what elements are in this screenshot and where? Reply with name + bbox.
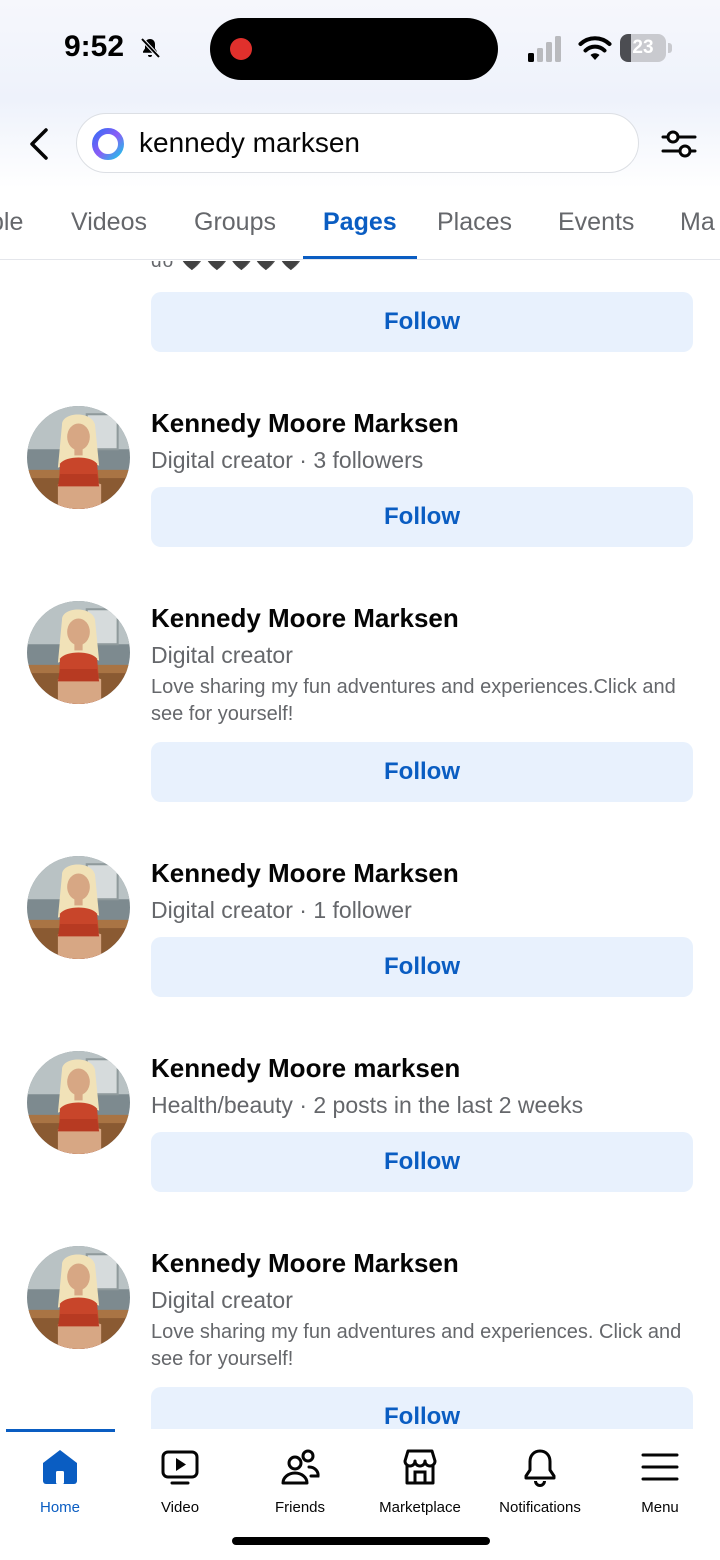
tab-pages[interactable]: Pages <box>323 208 397 237</box>
battery-percent: 23 <box>632 37 654 58</box>
search-header <box>0 100 720 188</box>
tab-groups[interactable]: Groups <box>194 208 276 237</box>
result-meta: Digital creator · 3 followers <box>151 447 424 473</box>
battery-indicator: 23 <box>620 34 672 62</box>
status-bar: 9:52 23 <box>0 0 720 100</box>
result-description: Love sharing my fun adventures and exper… <box>151 1321 682 1370</box>
bottom-navigation: Home Video Friends Marketplace Notificat… <box>0 1429 720 1560</box>
nav-menu[interactable]: Menu <box>600 1443 720 1533</box>
recording-indicator <box>230 38 252 60</box>
nav-home[interactable]: Home <box>0 1443 120 1533</box>
avatar[interactable] <box>27 601 130 704</box>
tab-people[interactable]: ple <box>0 208 23 237</box>
follow-button[interactable]: Follow <box>151 292 693 352</box>
menu-icon <box>641 1453 679 1481</box>
video-icon <box>161 1450 199 1485</box>
avatar[interactable] <box>27 1246 130 1349</box>
result-description: Love sharing my fun adventures and exper… <box>151 676 676 725</box>
marketplace-icon <box>403 1449 437 1485</box>
result-name[interactable]: Kennedy Moore Marksen <box>151 1248 459 1279</box>
nav-video[interactable]: Video <box>120 1443 240 1533</box>
nav-label: Menu <box>641 1499 679 1516</box>
status-time: 9:52 <box>64 30 125 63</box>
search-input[interactable] <box>139 114 619 172</box>
partial-result-snippet: do 🖤🖤🖤🖤🖤 <box>151 261 304 272</box>
avatar[interactable] <box>27 406 130 509</box>
result-meta: Digital creator <box>151 642 293 668</box>
active-tab-indicator <box>303 256 417 259</box>
nav-marketplace[interactable]: Marketplace <box>360 1443 480 1533</box>
avatar[interactable] <box>27 856 130 959</box>
follow-button[interactable]: Follow <box>151 487 693 547</box>
tab-videos[interactable]: Videos <box>71 208 147 237</box>
tab-places[interactable]: Places <box>437 208 512 237</box>
active-nav-indicator <box>6 1429 115 1432</box>
follow-button[interactable]: Follow <box>151 1387 693 1429</box>
bell-off-icon <box>140 37 161 59</box>
tab-events[interactable]: Events <box>558 208 634 237</box>
filter-sliders-icon[interactable] <box>660 126 698 162</box>
tab-marketplace[interactable]: Ma <box>680 208 715 237</box>
nav-label: Marketplace <box>379 1499 461 1516</box>
follow-button[interactable]: Follow <box>151 742 693 802</box>
wifi-icon <box>578 36 612 60</box>
friends-icon <box>281 1449 320 1485</box>
nav-friends[interactable]: Friends <box>240 1443 360 1533</box>
home-icon <box>43 1450 77 1484</box>
bell-icon <box>524 1449 556 1487</box>
search-results-list: do 🖤🖤🖤🖤🖤 Follow Kennedy Moore Marksen Di… <box>0 261 720 1429</box>
result-meta: Digital creator · 1 follower <box>151 897 412 923</box>
nav-label: Friends <box>274 1499 326 1516</box>
follow-button[interactable]: Follow <box>151 1132 693 1192</box>
nav-label: Video <box>160 1499 200 1516</box>
avatar[interactable] <box>27 1051 130 1154</box>
search-bar[interactable] <box>76 113 639 173</box>
back-arrow-icon[interactable] <box>22 122 58 166</box>
result-name[interactable]: Kennedy Moore Marksen <box>151 408 459 439</box>
dynamic-island <box>210 18 498 80</box>
nav-notifications[interactable]: Notifications <box>480 1443 600 1533</box>
follow-button[interactable]: Follow <box>151 937 693 997</box>
meta-ai-ring-icon <box>92 128 124 160</box>
result-name[interactable]: Kennedy Moore marksen <box>151 1053 460 1084</box>
result-meta: Digital creator <box>151 1287 293 1313</box>
home-indicator <box>232 1537 490 1545</box>
nav-label: Home <box>39 1499 80 1516</box>
nav-label: Notifications <box>499 1499 581 1516</box>
result-name[interactable]: Kennedy Moore Marksen <box>151 603 459 634</box>
signal-icon <box>528 36 561 62</box>
result-name[interactable]: Kennedy Moore Marksen <box>151 858 459 889</box>
result-meta: Health/beauty · 2 posts in the last 2 we… <box>151 1092 584 1118</box>
search-filter-tabs: ple Videos Groups Pages Places Events Ma <box>0 192 720 260</box>
